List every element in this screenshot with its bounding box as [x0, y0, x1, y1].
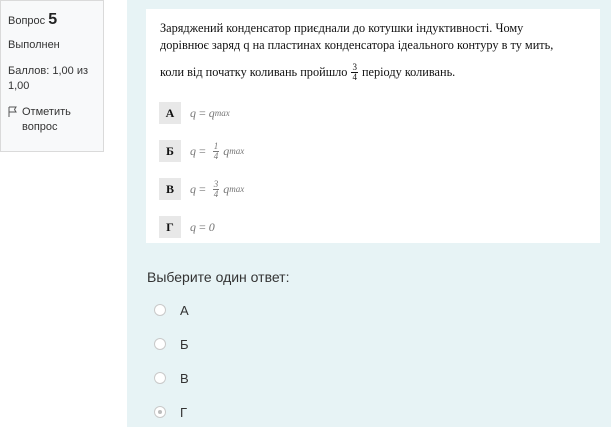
question-line-3-end: періоду коливань.	[361, 65, 456, 79]
answer-radio[interactable]	[154, 406, 166, 418]
fraction-three-quarters: 3 4	[351, 63, 358, 82]
question-status: Выполнен	[8, 39, 60, 51]
fraction-numerator: 1	[212, 140, 220, 152]
answer-prompt: Выберите один ответ:	[147, 269, 290, 285]
option-a: А q = q max	[159, 99, 244, 127]
formula-fraction: 1 4	[212, 140, 220, 161]
answer-option-c[interactable]: В	[154, 361, 189, 395]
formula-equals: =	[199, 143, 206, 158]
fraction-denominator: 4	[213, 188, 219, 199]
formula-equals: =	[199, 105, 206, 120]
answer-label[interactable]: В	[180, 371, 189, 386]
option-letter: В	[159, 178, 181, 200]
answer-option-b[interactable]: Б	[154, 327, 189, 361]
formula-sub: max	[214, 108, 230, 118]
answer-option-a[interactable]: А	[154, 293, 189, 327]
formula-rhs: 0	[208, 219, 215, 234]
answer-radio[interactable]	[154, 338, 166, 350]
question-content: Заряджений конденсатор приєднали до коту…	[127, 0, 611, 427]
fraction-numerator: 3	[212, 178, 220, 190]
option-letter: Г	[159, 216, 181, 238]
flag-label: Отметить вопрос	[22, 106, 71, 133]
question-text: Заряджений конденсатор приєднали до коту…	[160, 20, 596, 82]
option-formula: q = 0	[190, 220, 215, 235]
answer-label[interactable]: Г	[180, 405, 187, 420]
formula-fraction: 3 4	[212, 178, 220, 199]
question-number-line: Вопрос 5	[8, 11, 97, 29]
fraction-denominator: 4	[213, 150, 219, 161]
formula-q: q	[190, 105, 196, 120]
flag-icon	[8, 106, 18, 118]
formula-equals: =	[199, 219, 206, 234]
formula-q: q	[190, 181, 196, 196]
option-formula: q = q max	[190, 106, 230, 121]
formula-q: q	[190, 143, 196, 158]
question-marks: Баллов: 1,00 из 1,00	[8, 65, 89, 92]
answer-radio[interactable]	[154, 304, 166, 316]
answer-label[interactable]: Б	[180, 337, 189, 352]
flag-question-link[interactable]: Отметить вопрос	[8, 105, 97, 135]
question-word: Вопрос	[8, 15, 46, 27]
option-list: А q = q max Б q = 1 4 q max В q = 3 4 q …	[159, 99, 244, 251]
question-number: 5	[48, 11, 58, 28]
option-b: Б q = 1 4 q max	[159, 137, 244, 165]
answer-list: А Б В Г	[154, 293, 189, 429]
option-c: В q = 3 4 q max	[159, 175, 244, 203]
question-line-2: дорівнює заряд q на пластинах конденсато…	[160, 38, 554, 52]
option-formula: q = 3 4 q max	[190, 178, 245, 199]
fraction-denominator: 4	[352, 72, 357, 82]
question-line-3: коли від початку коливань пройшло 3 4 пе…	[160, 63, 596, 82]
option-formula: q = 1 4 q max	[190, 140, 245, 161]
option-letter: Б	[159, 140, 181, 162]
formula-equals: =	[199, 181, 206, 196]
question-line-1: Заряджений конденсатор приєднали до коту…	[160, 21, 524, 35]
formula-sub: max	[229, 184, 245, 194]
question-info-panel: Вопрос 5 Выполнен Баллов: 1,00 из 1,00 О…	[0, 0, 104, 152]
answer-radio[interactable]	[154, 372, 166, 384]
answer-label[interactable]: А	[180, 303, 189, 318]
formula-sub: max	[229, 146, 245, 156]
question-image: Заряджений конденсатор приєднали до коту…	[146, 9, 600, 243]
option-letter: А	[159, 102, 181, 124]
option-d: Г q = 0	[159, 213, 244, 241]
formula-q: q	[190, 219, 196, 234]
answer-option-d[interactable]: Г	[154, 395, 189, 429]
question-line-3-start: коли від початку коливань пройшло	[160, 65, 348, 79]
